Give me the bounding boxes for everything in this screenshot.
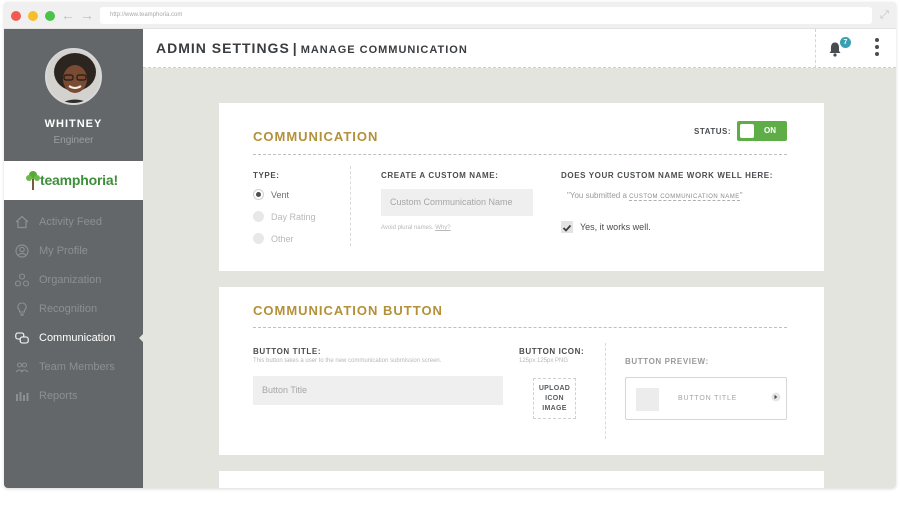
works-checkbox-label: Yes, it works well. xyxy=(580,222,651,232)
works-checkbox[interactable] xyxy=(561,221,573,233)
sidebar-item-team-members[interactable]: Team Members xyxy=(4,354,143,383)
button-icon-helper: 125px 125px PNG xyxy=(519,358,569,364)
toggle-knob xyxy=(740,124,754,138)
radio-day-rating[interactable] xyxy=(253,211,264,222)
logo-tree-icon xyxy=(26,171,40,190)
upload-line: ICON xyxy=(545,395,564,402)
sidebar-item-label: Activity Feed xyxy=(39,216,102,228)
upload-line: UPLOAD xyxy=(538,385,571,392)
more-options-icon[interactable] xyxy=(874,38,880,60)
sidebar-item-label: Recognition xyxy=(39,303,98,315)
submitted-prefix: "You submitted a xyxy=(567,191,627,200)
expand-icon[interactable]: ⤢ xyxy=(880,8,889,22)
checkmark-icon xyxy=(562,224,572,232)
forward-arrow-icon[interactable]: → xyxy=(80,7,94,23)
helper-text: Avoid plural names. xyxy=(381,225,434,231)
upload-icon-button[interactable]: UPLOAD ICON IMAGE xyxy=(533,378,576,419)
sidebar-item-label: Team Members xyxy=(39,361,115,373)
browser-titlebar: ← → http://www.teamphoria.com ⤢ xyxy=(4,2,896,29)
preview-icon-placeholder xyxy=(636,388,659,411)
sidebar-item-reports[interactable]: Reports xyxy=(4,383,143,412)
page-subtitle: MANAGE COMMUNICATION xyxy=(300,44,468,56)
page-header: ADMIN SETTINGS | MANAGE COMMUNICATION 7 xyxy=(143,29,896,68)
team-icon xyxy=(15,362,29,373)
sidebar-item-activity-feed[interactable]: Activity Feed xyxy=(4,209,143,238)
sidebar-item-recognition[interactable]: Recognition xyxy=(4,296,143,325)
radio-vent[interactable] xyxy=(253,189,264,200)
maximize-window-button[interactable] xyxy=(45,11,55,21)
button-title-helper: This button takes a user to the new comm… xyxy=(253,358,442,364)
sidebar: WHITNEY Engineer teamphoria! Activity Fe… xyxy=(4,29,144,488)
radio-label-day-rating: Day Rating xyxy=(271,212,316,222)
column-divider xyxy=(605,343,606,439)
submitted-suffix: " xyxy=(739,191,743,200)
toggle-state: ON xyxy=(764,126,776,135)
minimize-window-button[interactable] xyxy=(28,11,38,21)
logo[interactable]: teamphoria! xyxy=(4,161,143,200)
user-role: Engineer xyxy=(53,135,94,146)
card-title: COMMUNICATION xyxy=(253,129,379,144)
card-title: COMMUNICATION BUTTON xyxy=(253,303,443,318)
organization-icon xyxy=(15,273,29,287)
avatar[interactable] xyxy=(45,48,102,105)
sidebar-item-my-profile[interactable]: My Profile xyxy=(4,238,143,267)
url-bar[interactable]: http://www.teamphoria.com xyxy=(100,7,872,24)
sidebar-item-label: Organization xyxy=(39,274,102,286)
close-window-button[interactable] xyxy=(11,11,21,21)
back-arrow-icon[interactable]: ← xyxy=(61,7,75,23)
button-preview-label: BUTTON PREVIEW: xyxy=(625,357,709,366)
active-indicator xyxy=(139,333,144,343)
notification-badge: 7 xyxy=(840,37,851,48)
logo-text: teamphoria! xyxy=(40,172,118,188)
button-title-label: BUTTON TITLE: xyxy=(253,347,322,356)
radio-label-other: Other xyxy=(271,234,294,244)
communication-card: COMMUNICATION STATUS: ON TYPE: Vent Day … xyxy=(219,103,824,271)
header-divider xyxy=(815,29,816,68)
radio-other[interactable] xyxy=(253,233,264,244)
type-label: TYPE: xyxy=(253,171,280,180)
title-separator: | xyxy=(292,40,298,56)
chat-bubbles-icon xyxy=(15,332,29,344)
button-preview[interactable]: BUTTON TITLE xyxy=(625,377,787,420)
sidebar-nav: Activity Feed My Profile Organization Re… xyxy=(4,209,144,412)
sidebar-item-label: Communication xyxy=(39,332,116,344)
status-label: STATUS: xyxy=(694,127,731,136)
sidebar-item-organization[interactable]: Organization xyxy=(4,267,143,296)
submitted-name: CUSTOM COMMUNICATION NAME xyxy=(629,194,740,201)
home-icon xyxy=(15,215,29,229)
custom-name-label: CREATE A CUSTOM NAME: xyxy=(381,171,499,180)
custom-name-helper: Avoid plural names. Why? xyxy=(381,225,451,231)
sidebar-item-communication[interactable]: Communication xyxy=(4,325,144,354)
custom-name-input[interactable]: Custom Communication Name xyxy=(381,189,533,216)
status-toggle[interactable]: ON xyxy=(737,121,787,141)
why-link[interactable]: Why? xyxy=(435,225,450,231)
button-title-input[interactable]: Button Title xyxy=(253,376,503,405)
submitted-preview: "You submitted a CUSTOM COMMUNICATION NA… xyxy=(567,191,743,201)
browser-window: ← → http://www.teamphoria.com ⤢ WHITNEY … xyxy=(4,2,896,488)
section-divider xyxy=(253,327,787,328)
button-icon-label: BUTTON ICON: xyxy=(519,347,585,356)
user-icon xyxy=(15,244,29,258)
sidebar-item-label: Reports xyxy=(39,390,78,402)
avatar-photo xyxy=(47,50,100,103)
communication-button-card: COMMUNICATION BUTTON BUTTON TITLE: This … xyxy=(219,287,824,455)
bar-chart-icon xyxy=(16,392,29,401)
page-title-main: ADMIN SETTINGS xyxy=(156,40,290,56)
arrow-right-icon xyxy=(771,392,781,402)
preview-button-text: BUTTON TITLE xyxy=(678,395,738,402)
lightbulb-icon xyxy=(17,302,27,316)
section-divider xyxy=(253,154,787,155)
radio-label-vent: Vent xyxy=(271,190,290,200)
page-title: ADMIN SETTINGS | MANAGE COMMUNICATION xyxy=(156,40,468,56)
user-name: WHITNEY xyxy=(44,118,103,130)
upload-line: IMAGE xyxy=(542,405,567,412)
column-divider xyxy=(350,166,351,246)
next-settings-card xyxy=(219,471,824,488)
works-label: DOES YOUR CUSTOM NAME WORK WELL HERE: xyxy=(561,171,773,180)
sidebar-item-label: My Profile xyxy=(39,245,88,257)
